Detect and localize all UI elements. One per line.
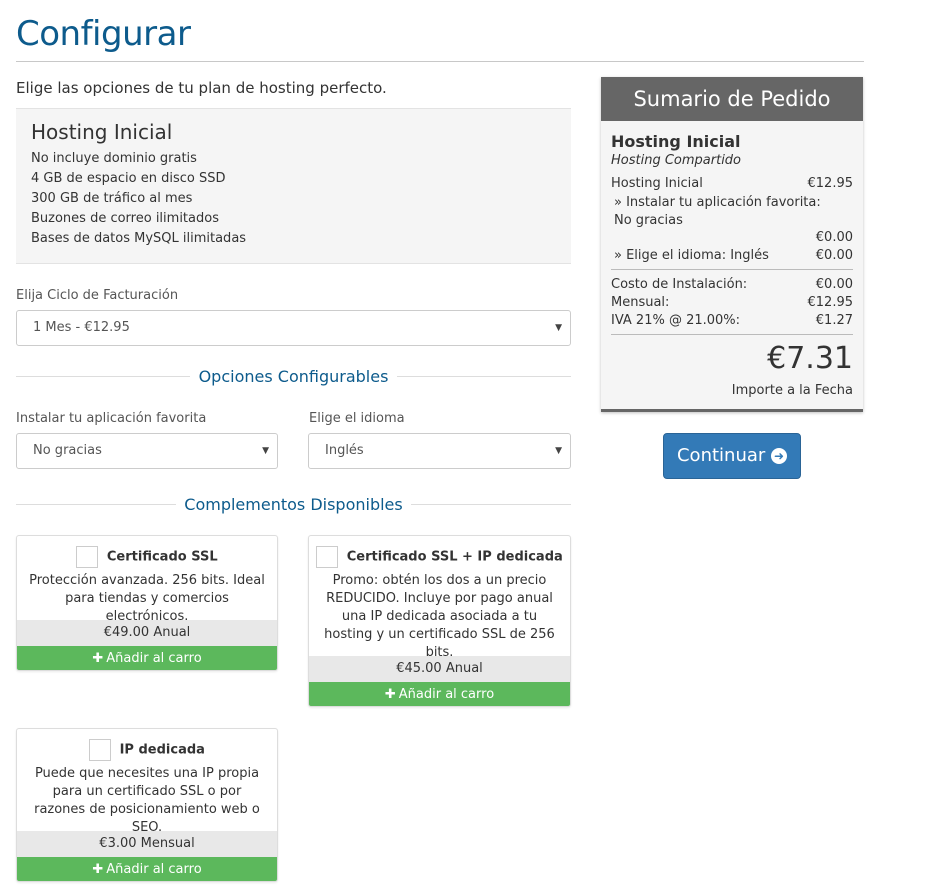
summary-total-label: Importe a la Fecha: [731, 383, 853, 398]
summary-product-group: Hosting Compartido: [611, 153, 742, 168]
summary-monthly: Mensual: €12.95: [611, 295, 853, 310]
product-feature: Buzones de correo ilimitados: [31, 211, 219, 226]
addon-description: Puede que necesites una IP propia para u…: [34, 766, 260, 835]
addon-card-dedicated-ip: IP dedicada Puede que necesites una IP p…: [16, 728, 278, 882]
billing-cycle-value: 1 Mes - €12.95: [33, 320, 130, 335]
product-name: Hosting Inicial: [31, 120, 173, 144]
billing-cycle-label: Elija Ciclo de Facturación: [16, 288, 179, 303]
addon-price: €3.00 Mensual: [17, 831, 277, 857]
continue-button[interactable]: Continuar ➜: [663, 433, 801, 479]
product-info-panel: Hosting Inicial No incluye dominio grati…: [16, 108, 571, 264]
summary-product-name: Hosting Inicial: [611, 132, 741, 151]
addon-card-ssl-ip: Certificado SSL + IP dedicada Promo: obt…: [308, 535, 571, 707]
language-option-value: Inglés: [325, 443, 364, 458]
title-divider: [16, 61, 864, 62]
addon-card-ssl: Certificado SSL Protección avanzada. 256…: [16, 535, 278, 671]
page-title: Configurar: [16, 14, 191, 54]
summary-line-option-price: €0.00: [815, 230, 853, 245]
page-subtitle: Elige las opciones de tu plan de hosting…: [16, 79, 387, 97]
language-option-label: Elige el idioma: [309, 411, 405, 426]
summary-setup-fee: Costo de Instalación: €0.00: [611, 277, 853, 292]
summary-divider: [611, 269, 853, 270]
addon-checkbox[interactable]: [89, 739, 112, 761]
addon-name: Certificado SSL: [106, 549, 218, 565]
order-summary-header: Sumario de Pedido: [601, 77, 863, 121]
addon-price: €45.00 Anual: [309, 656, 570, 682]
addon-name: Certificado SSL + IP dedicada: [346, 549, 563, 565]
plus-icon: ✚: [92, 862, 104, 877]
billing-cycle-select[interactable]: 1 Mes - €12.95 ▼: [16, 310, 571, 346]
summary-tax: IVA 21% @ 21.00%: €1.27: [611, 313, 853, 328]
caret-down-icon: ▼: [555, 323, 562, 333]
summary-divider: [611, 334, 853, 335]
plus-icon: ✚: [92, 651, 104, 666]
addon-description: Protección avanzada. 256 bits. Ideal par…: [29, 573, 265, 624]
caret-down-icon: ▼: [262, 446, 269, 456]
summary-line-option: » Instalar tu aplicación favorita: No gr…: [614, 195, 821, 228]
order-summary-panel: Sumario de Pedido Hosting Inicial Hostin…: [601, 77, 863, 412]
addon-checkbox[interactable]: [316, 546, 339, 568]
addon-price: €49.00 Anual: [17, 620, 277, 646]
product-feature: 4 GB de espacio en disco SSD: [31, 171, 226, 186]
configurable-options-title: Opciones Configurables: [190, 367, 397, 386]
addon-name: IP dedicada: [119, 742, 205, 758]
add-to-cart-button[interactable]: ✚ Añadir al carro: [17, 646, 277, 670]
continue-label: Continuar: [676, 445, 766, 466]
app-option-select[interactable]: No gracias ▼: [16, 433, 278, 469]
language-option-select[interactable]: Inglés ▼: [308, 433, 571, 469]
product-feature: 300 GB de tráfico al mes: [31, 191, 193, 206]
addon-checkbox[interactable]: [76, 546, 99, 568]
addons-title: Complementos Disponibles: [176, 495, 411, 514]
product-feature: No incluye dominio gratis: [31, 151, 197, 166]
add-to-cart-button[interactable]: ✚ Añadir al carro: [309, 682, 570, 706]
product-feature: Bases de datos MySQL ilimitadas: [31, 231, 247, 246]
caret-down-icon: ▼: [555, 446, 562, 456]
summary-total: €7.31: [767, 341, 853, 376]
plus-icon: ✚: [384, 687, 396, 702]
arrow-circle-right-icon: ➜: [771, 448, 788, 464]
app-option-label: Instalar tu aplicación favorita: [16, 411, 207, 426]
add-to-cart-button[interactable]: ✚ Añadir al carro: [17, 857, 277, 881]
addon-description: Promo: obtén los dos a un precio REDUCID…: [324, 573, 555, 660]
summary-line-option: » Elige el idioma: Inglés €0.00: [614, 248, 853, 263]
app-option-value: No gracias: [33, 443, 102, 458]
summary-line: Hosting Inicial €12.95: [611, 176, 853, 191]
